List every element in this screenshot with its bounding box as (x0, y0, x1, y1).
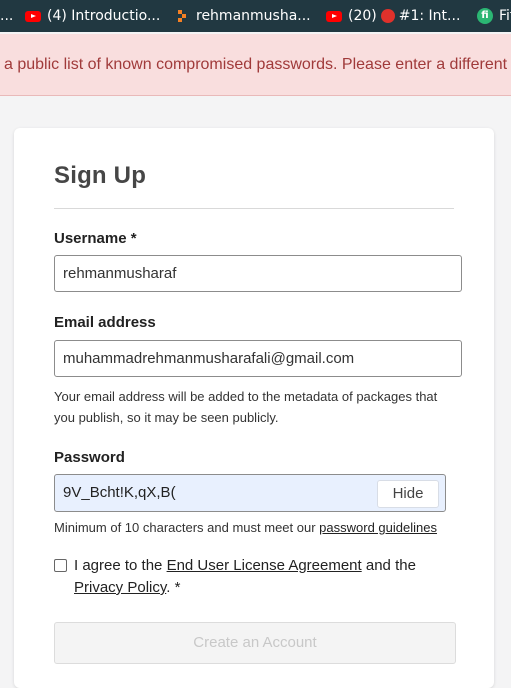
password-help-text: Minimum of 10 characters and must meet o… (54, 517, 454, 538)
username-label: Username * (54, 230, 137, 247)
password-value: 9V_Bcht!K,qX,B( (63, 484, 176, 501)
bookmark-introduction[interactable]: (4) Introductio... (25, 6, 160, 26)
email-label: Email address (54, 314, 156, 331)
username-value: rehmanmusharaf (63, 265, 177, 282)
bookmark-label: (4) Introductio... (47, 8, 161, 24)
error-alert: a public list of known compromised passw… (0, 34, 511, 96)
bookmark-label: Fit (499, 8, 511, 24)
youtube-icon (326, 10, 342, 22)
bookmark-label: ... (0, 8, 14, 24)
password-input[interactable]: 9V_Bcht!K,qX,B( Hide (54, 474, 446, 512)
youtube-icon (25, 10, 41, 22)
bookmark-rehmanmusharaf[interactable]: rehmanmusha... (178, 6, 311, 26)
page-title: Sign Up (54, 162, 147, 189)
alert-text: a public list of known compromised passw… (4, 56, 511, 73)
agree-prefix: I agree to the (74, 557, 167, 574)
password-label: Password (54, 449, 125, 466)
red-circle-icon (380, 9, 395, 23)
bookmark-int[interactable]: (20) #1: Int... (326, 6, 460, 26)
bookmark-label: rehmanmusha... (196, 8, 311, 24)
username-input[interactable]: rehmanmusharaf (54, 255, 462, 292)
email-input[interactable]: muhammadrehmanmusharafali@gmail.com (54, 340, 462, 377)
agree-checkbox[interactable] (54, 559, 67, 572)
stackoverflow-icon (178, 10, 190, 22)
divider (54, 208, 454, 209)
signup-card: Sign Up Username * rehmanmusharaf Email … (14, 128, 494, 688)
bookmark-label: #1: Int... (398, 8, 461, 24)
bookmark-fiverr[interactable]: fi Fit (477, 6, 511, 26)
agree-label: I agree to the End User License Agreemen… (74, 555, 454, 599)
bookmark-label: (20) (348, 8, 377, 24)
password-help-prefix: Minimum of 10 characters and must meet o… (54, 520, 320, 535)
eula-link[interactable]: End User License Agreement (167, 557, 362, 574)
email-value: muhammadrehmanmusharafali@gmail.com (63, 350, 355, 367)
password-guidelines-link[interactable]: password guidelines (319, 520, 437, 535)
email-help-text: Your email address will be added to the … (54, 389, 438, 425)
privacy-policy-link[interactable]: Privacy Policy (74, 579, 166, 596)
fiverr-icon: fi (477, 8, 493, 24)
agree-mid: and the (361, 557, 416, 574)
agree-suffix: . * (166, 579, 181, 596)
hide-password-button[interactable]: Hide (377, 480, 439, 508)
bookmark-truncated[interactable]: ... (0, 6, 13, 26)
create-account-button[interactable]: Create an Account (54, 622, 456, 664)
bookmarks-bar: ... (4) Introductio... rehmanmusha... (2… (0, 0, 511, 32)
